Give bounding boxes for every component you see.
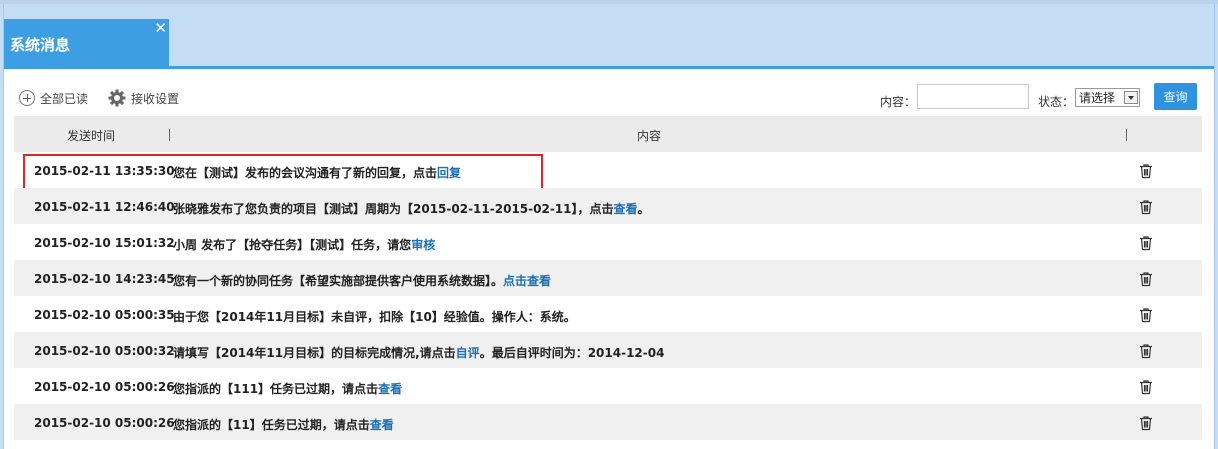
message-panel: 全部已读 接收设置 内容： 状态： 请选择 查询 发送时间 内容 2015-02… [4,69,1214,449]
trash-icon[interactable] [1138,343,1154,359]
message-table: 发送时间 内容 2015-02-11 13:35:30 您在【测试】发布的会议沟… [14,116,1202,440]
table-row: 2015-02-10 15:01:32 小周 发布了【抢夺任务】【测试】任务，请… [14,224,1202,260]
trash-icon[interactable] [1138,235,1154,251]
receive-settings-label: 接收设置 [131,91,180,106]
row-message: 张晓雅发布了您负责的项目【测试】周期为【2015-02-11-2015-02-1… [173,200,650,217]
table-row: 2015-02-10 05:00:26 您指派的【11】任务已过期，请点击查看 [14,404,1202,440]
row-message-suffix: 。 [637,202,650,216]
chevron-down-icon[interactable] [1124,91,1138,104]
query-button[interactable]: 查询 [1154,83,1197,110]
receive-settings-button[interactable]: 接收设置 [108,88,179,108]
status-select-value: 请选择 [1079,91,1116,105]
tab-system-messages[interactable]: 系统消息 ✕ [4,19,169,66]
table-row: 2015-02-11 12:46:40 张晓雅发布了您负责的项目【测试】周期为【… [14,188,1202,224]
gear-icon [108,89,126,107]
row-message: 您有一个新的协同任务【希望实施部提供客户使用系统数据】。点击查看 [173,272,551,289]
row-time: 2015-02-11 12:46:40 [34,200,175,214]
row-message: 由于您【2014年11月目标】未自评，扣除【10】经验值。操作人：系统。 [173,308,576,325]
trash-icon[interactable] [1138,379,1154,395]
row-message-link[interactable]: 自评 [456,346,480,360]
row-message-link[interactable]: 查看 [614,202,638,216]
trash-icon[interactable] [1138,199,1154,215]
row-time: 2015-02-10 05:00:32 [34,344,175,358]
tab-title: 系统消息 [10,36,71,54]
row-message-text: 您指派的【111】任务已过期，请点击 [173,382,379,396]
row-message: 您在【测试】发布的会议沟通有了新的回复，点击回复 [173,164,461,181]
row-time: 2015-02-10 15:01:32 [34,236,175,250]
row-message: 您指派的【111】任务已过期，请点击查看 [173,380,402,397]
content-filter-input[interactable] [917,84,1029,109]
row-time: 2015-02-10 05:00:26 [34,416,175,430]
row-time: 2015-02-11 13:35:30 [34,164,175,178]
content-filter-label: 内容： [880,95,917,109]
row-time: 2015-02-10 05:00:26 [34,380,175,394]
plus-circle-icon [19,90,35,106]
trash-icon[interactable] [1138,163,1154,179]
row-message-link[interactable]: 审核 [411,238,435,252]
mark-all-read-button[interactable]: 全部已读 [19,88,88,108]
row-message-text: 小周 发布了【抢夺任务】【测试】任务，请您 [173,238,412,252]
table-row: 2015-02-10 14:23:45 您有一个新的协同任务【希望实施部提供客户… [14,260,1202,296]
row-message: 您指派的【11】任务已过期，请点击查看 [173,416,394,433]
row-time: 2015-02-10 05:00:35 [34,308,175,322]
row-message-link[interactable]: 查看 [370,418,394,432]
mark-all-read-label: 全部已读 [40,91,89,106]
table-row: 2015-02-10 05:00:32 请填写【2014年11月目标】的目标完成… [14,332,1202,368]
row-message-text: 由于您【2014年11月目标】未自评，扣除【10】经验值。操作人：系统。 [173,310,576,324]
trash-icon[interactable] [1138,271,1154,287]
status-filter-label: 状态： [1038,95,1075,109]
row-message: 请填写【2014年11月目标】的目标完成情况,请点击自评。最后自评时间为：201… [173,344,664,361]
header-send-time: 发送时间 [67,129,116,143]
table-row: 2015-02-10 05:00:26 您指派的【111】任务已过期，请点击查看 [14,368,1202,404]
row-message-link[interactable]: 查看 [378,382,402,396]
row-message-text: 您在【测试】发布的会议沟通有了新的回复，点击 [173,166,438,180]
trash-icon[interactable] [1138,415,1154,431]
status-select[interactable]: 请选择 [1075,88,1140,107]
header-divider [169,129,170,141]
table-header: 发送时间 内容 [14,116,1202,152]
row-message-text: 张晓雅发布了您负责的项目【测试】周期为【2015-02-11-2015-02-1… [173,202,614,216]
window-frame: 系统消息 ✕ 全部已读 接收设置 内容： 状态： 请选择 查询 发送时间 内容 … [3,4,1215,449]
row-message: 小周 发布了【抢夺任务】【测试】任务，请您审核 [173,236,435,253]
header-divider [1126,129,1127,141]
row-message-text: 请填写【2014年11月目标】的目标完成情况,请点击 [173,346,456,360]
row-time: 2015-02-10 14:23:45 [34,272,175,286]
table-row: 2015-02-11 13:35:30 您在【测试】发布的会议沟通有了新的回复，… [14,152,1202,192]
row-message-suffix: 。最后自评时间为：2014-12-04 [479,346,665,360]
row-message-text: 您有一个新的协同任务【希望实施部提供客户使用系统数据】。 [173,274,504,288]
row-message-link[interactable]: 回复 [437,166,461,180]
header-content: 内容 [637,129,662,143]
row-message-text: 您指派的【11】任务已过期，请点击 [173,418,370,432]
close-icon[interactable]: ✕ [154,19,167,37]
trash-icon[interactable] [1138,307,1154,323]
table-row: 2015-02-10 05:00:35 由于您【2014年11月目标】未自评，扣… [14,296,1202,332]
row-message-link[interactable]: 点击查看 [503,274,551,288]
